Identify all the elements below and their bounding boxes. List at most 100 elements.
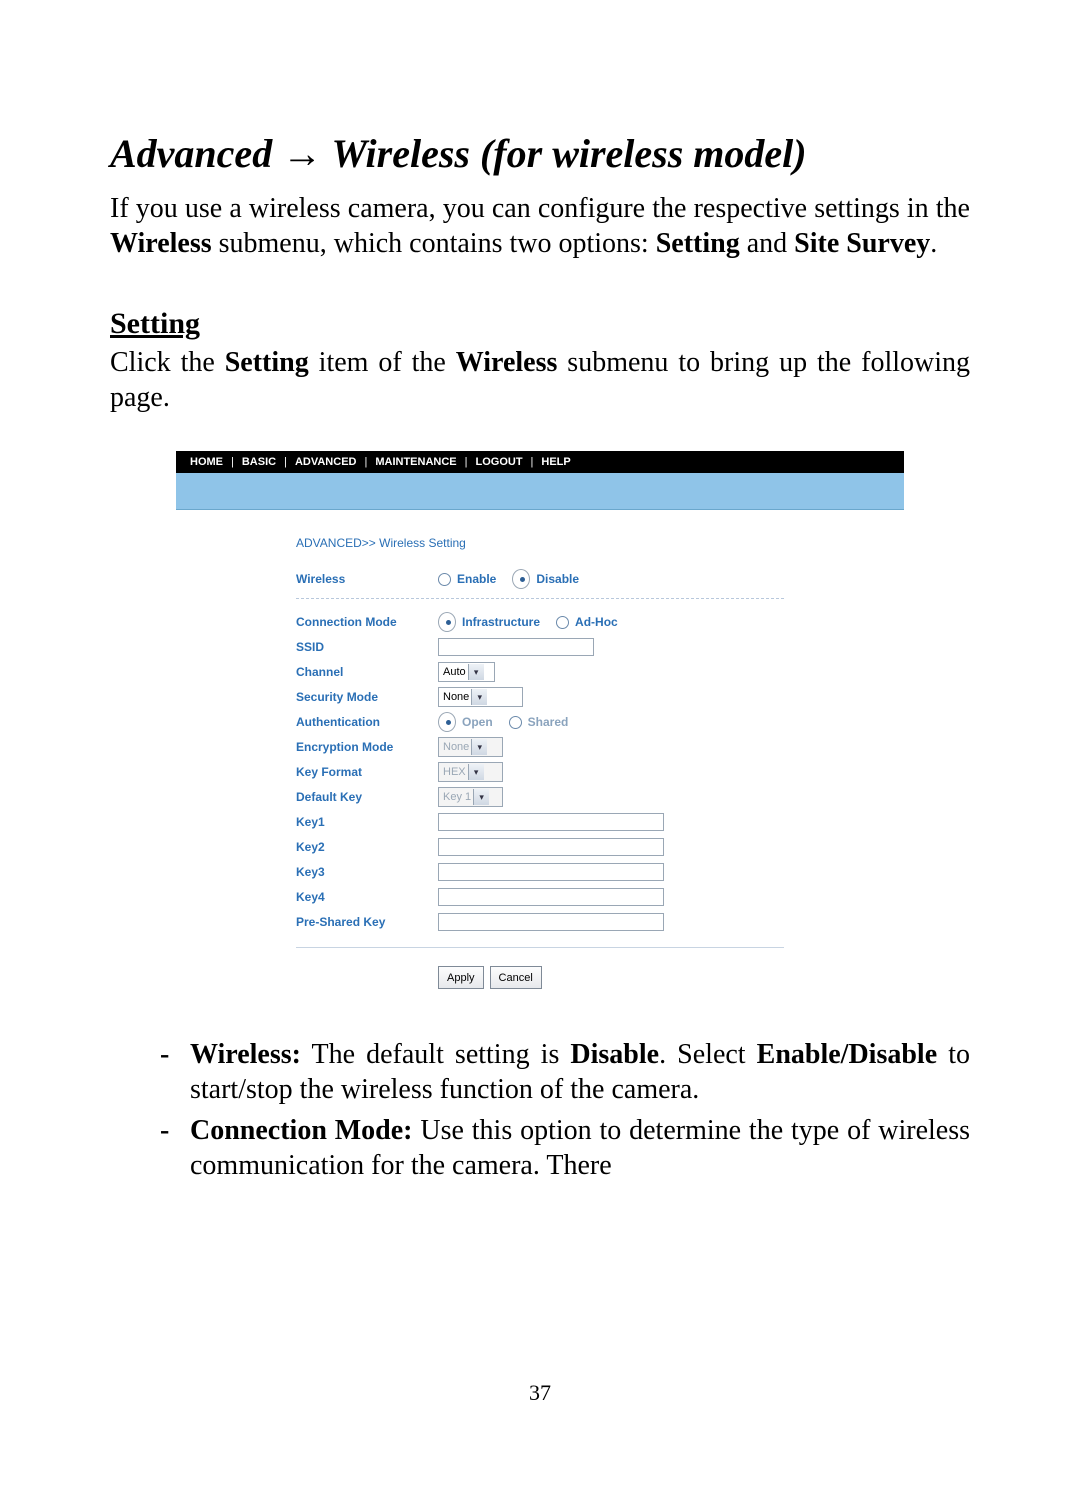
nav-basic[interactable]: BASIC: [242, 456, 276, 468]
bullet-wireless-lead: Wireless:: [190, 1039, 301, 1070]
label-pre-shared-key: Pre-Shared Key: [296, 915, 438, 929]
row-pre-shared-key: Pre-Shared Key: [296, 911, 784, 933]
label-wireless: Wireless: [296, 572, 438, 586]
row-encryption-mode: Encryption Mode None ▾: [296, 736, 784, 758]
label-key3: Key3: [296, 865, 438, 879]
label-security-mode: Security Mode: [296, 690, 438, 704]
radio-disable[interactable]: [512, 569, 530, 589]
bullet-wireless: Wireless: The default setting is Disable…: [160, 1037, 970, 1107]
setting-bold-1: Setting: [225, 347, 309, 378]
white-gap: [176, 510, 904, 536]
intro-bold-setting: Setting: [656, 228, 740, 259]
label-key1: Key1: [296, 815, 438, 829]
title-arrow-icon: →: [282, 132, 322, 176]
row-authentication: Authentication Open Shared: [296, 711, 784, 733]
ssid-input[interactable]: [438, 638, 594, 656]
bullet-wireless-b2: Enable/Disable: [757, 1039, 937, 1070]
document-page: Advanced → Wireless (for wireless model)…: [0, 0, 1080, 1486]
authentication-options: Open Shared: [438, 712, 578, 732]
channel-value: Auto: [443, 666, 468, 678]
blue-banner: [176, 473, 904, 510]
key-format-value: HEX: [443, 766, 468, 778]
setting-text-2: item of the: [309, 347, 456, 378]
default-key-select: Key 1 ▾: [438, 787, 503, 807]
radio-adhoc-label: Ad-Hoc: [575, 615, 618, 629]
row-connection-mode: Connection Mode Infrastructure Ad-Hoc: [296, 611, 784, 633]
radio-infrastructure-label: Infrastructure: [462, 615, 540, 629]
label-key2: Key2: [296, 840, 438, 854]
radio-disable-label: Disable: [536, 572, 579, 586]
nav-advanced[interactable]: ADVANCED: [295, 456, 357, 468]
label-authentication: Authentication: [296, 715, 438, 729]
ui-screenshot: HOME | BASIC | ADVANCED | MAINTENANCE | …: [176, 451, 904, 999]
nav-logout[interactable]: LOGOUT: [475, 456, 522, 468]
key3-input[interactable]: [438, 863, 664, 881]
setting-paragraph: Click the Setting item of the Wireless s…: [110, 345, 970, 415]
nav-sep-2: |: [276, 456, 295, 468]
row-channel: Channel Auto ▾: [296, 661, 784, 683]
intro-paragraph: If you use a wireless camera, you can co…: [110, 191, 970, 261]
title-text-2: Wireless (for wireless model): [322, 131, 806, 176]
title-text-1: Advanced: [110, 131, 282, 176]
key1-input[interactable]: [438, 813, 664, 831]
radio-infrastructure[interactable]: [438, 612, 456, 632]
radio-enable-label: Enable: [457, 572, 496, 586]
setting-heading: Setting: [110, 307, 970, 341]
intro-bold-wireless: Wireless: [110, 228, 212, 259]
label-encryption-mode: Encryption Mode: [296, 740, 438, 754]
nav-help[interactable]: HELP: [541, 456, 570, 468]
label-key4: Key4: [296, 890, 438, 904]
encryption-mode-value: None: [443, 741, 471, 753]
row-key2: Key2: [296, 836, 784, 858]
radio-shared[interactable]: [509, 716, 522, 729]
chevron-down-icon: ▾: [468, 664, 484, 680]
bullet-wireless-t2: . Select: [659, 1039, 757, 1070]
chevron-down-icon: ▾: [471, 689, 487, 705]
bullet-connmode-lead: Connection Mode:: [190, 1115, 413, 1146]
nav-maintenance[interactable]: MAINTENANCE: [375, 456, 456, 468]
intro-text-4: .: [930, 228, 937, 259]
bullet-wireless-t1: The default setting is: [301, 1039, 570, 1070]
channel-select[interactable]: Auto ▾: [438, 662, 495, 682]
key2-input[interactable]: [438, 838, 664, 856]
breadcrumb: ADVANCED>> Wireless Setting: [176, 536, 904, 550]
apply-button[interactable]: Apply: [438, 966, 484, 989]
radio-open-label: Open: [462, 715, 493, 729]
connection-mode-options: Infrastructure Ad-Hoc: [438, 612, 628, 632]
section-divider-1: [296, 598, 784, 599]
radio-adhoc[interactable]: [556, 616, 569, 629]
intro-text-3: and: [740, 228, 794, 259]
row-key4: Key4: [296, 886, 784, 908]
cancel-button[interactable]: Cancel: [490, 966, 542, 989]
nav-sep-5: |: [523, 456, 542, 468]
button-row: Apply Cancel: [296, 966, 784, 989]
setting-text-1: Click the: [110, 347, 225, 378]
top-navbar: HOME | BASIC | ADVANCED | MAINTENANCE | …: [176, 451, 904, 473]
default-key-value: Key 1: [443, 791, 473, 803]
bullet-list: Wireless: The default setting is Disable…: [110, 1037, 970, 1183]
row-wireless: Wireless Enable Disable: [296, 568, 784, 590]
chevron-down-icon: ▾: [473, 789, 489, 805]
row-default-key: Default Key Key 1 ▾: [296, 786, 784, 808]
key-format-select: HEX ▾: [438, 762, 503, 782]
nav-home[interactable]: HOME: [190, 456, 223, 468]
label-ssid: SSID: [296, 640, 438, 654]
radio-open[interactable]: [438, 712, 456, 732]
radio-enable[interactable]: [438, 573, 451, 586]
chevron-down-icon: ▾: [471, 739, 487, 755]
row-security-mode: Security Mode None ▾: [296, 686, 784, 708]
security-mode-select[interactable]: None ▾: [438, 687, 523, 707]
wireless-form: Wireless Enable Disable Connection Mode …: [176, 568, 904, 999]
bullet-wireless-b1: Disable: [570, 1039, 659, 1070]
pre-shared-key-input[interactable]: [438, 913, 664, 931]
intro-text: If you use a wireless camera, you can co…: [110, 193, 970, 224]
encryption-mode-select: None ▾: [438, 737, 503, 757]
label-default-key: Default Key: [296, 790, 438, 804]
wireless-options: Enable Disable: [438, 569, 589, 589]
key4-input[interactable]: [438, 888, 664, 906]
nav-sep-3: |: [356, 456, 375, 468]
intro-bold-sitesurvey: Site Survey: [794, 228, 930, 259]
label-key-format: Key Format: [296, 765, 438, 779]
nav-sep-1: |: [223, 456, 242, 468]
row-key3: Key3: [296, 861, 784, 883]
